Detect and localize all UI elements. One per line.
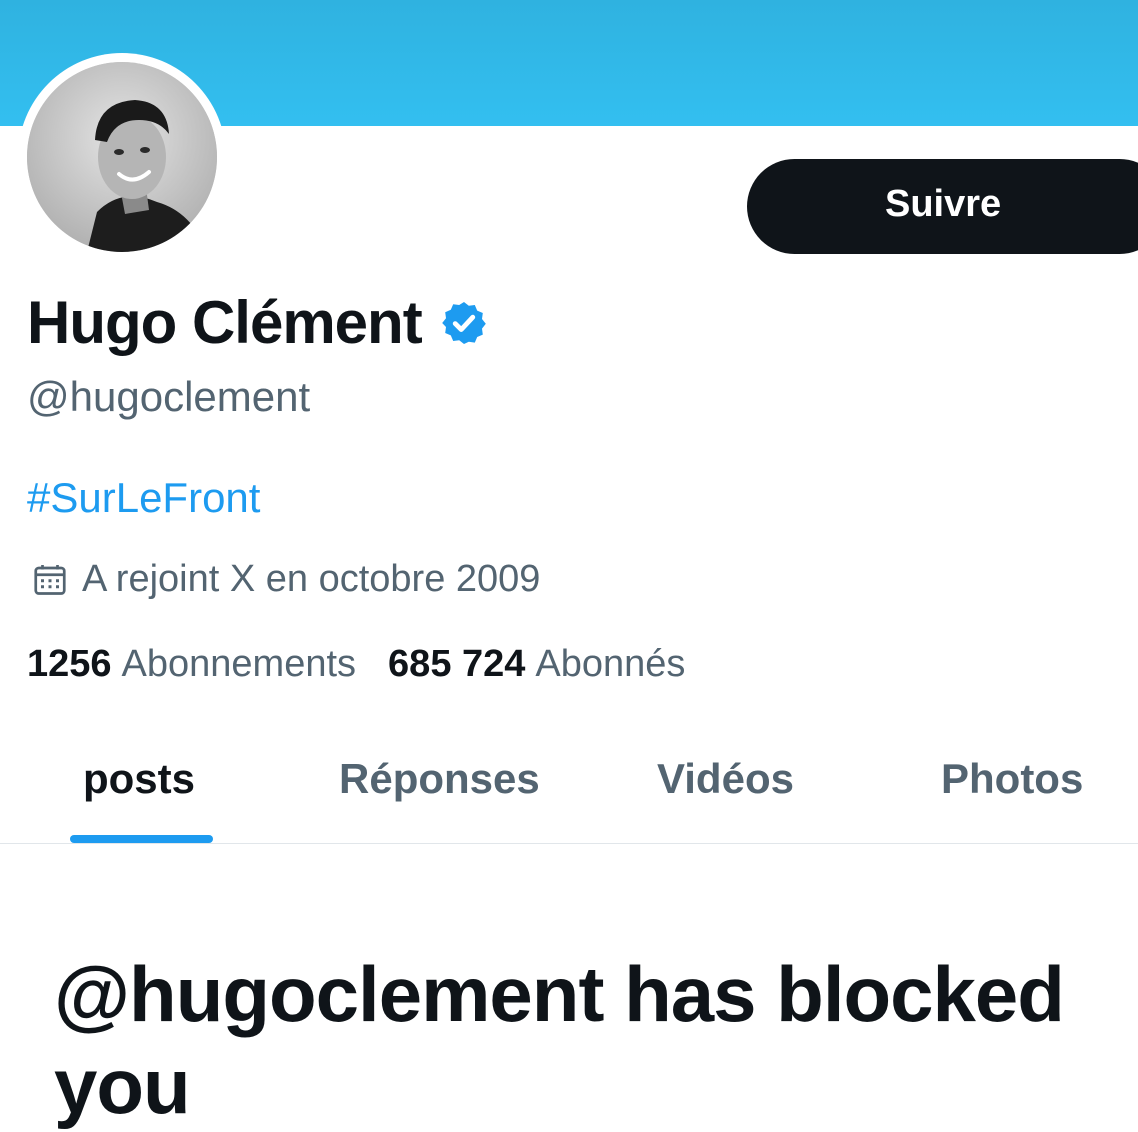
follow-button-label: Suivre xyxy=(885,183,1002,225)
tab-videos[interactable]: Vidéos xyxy=(657,755,794,803)
tab-replies[interactable]: Réponses xyxy=(339,755,540,803)
calendar-icon xyxy=(34,564,66,595)
following-count: 1256 xyxy=(27,643,112,685)
profile-stats: 1256 Abonnements 685 724 Abonnés xyxy=(27,643,685,686)
tabs-divider xyxy=(0,843,1138,844)
avatar[interactable] xyxy=(27,62,217,252)
profile-name-row: Hugo Clément xyxy=(27,288,488,357)
following-link[interactable]: 1256 Abonnements xyxy=(27,643,356,686)
follow-button[interactable]: Suivre xyxy=(747,159,1138,254)
tab-posts[interactable]: posts xyxy=(83,755,195,803)
bio-hashtag-link[interactable]: #SurLeFront xyxy=(27,474,260,522)
joined-date-row: A rejoint X en octobre 2009 xyxy=(32,558,540,601)
active-tab-indicator xyxy=(70,835,213,843)
followers-count: 685 724 xyxy=(388,643,526,685)
tab-photos[interactable]: Photos xyxy=(941,755,1083,803)
followers-label: Abonnés xyxy=(535,643,686,685)
followers-link[interactable]: 685 724 Abonnés xyxy=(388,643,685,686)
profile-handle: @hugoclement xyxy=(27,373,311,420)
following-label: Abonnements xyxy=(121,643,357,685)
verified-badge-icon[interactable] xyxy=(440,299,488,347)
blocked-message: @hugoclement has blocked you xyxy=(54,950,1065,1130)
avatar-photo xyxy=(27,62,217,252)
joined-date: A rejoint X en octobre 2009 xyxy=(82,558,541,600)
profile-name: Hugo Clément xyxy=(27,289,423,356)
